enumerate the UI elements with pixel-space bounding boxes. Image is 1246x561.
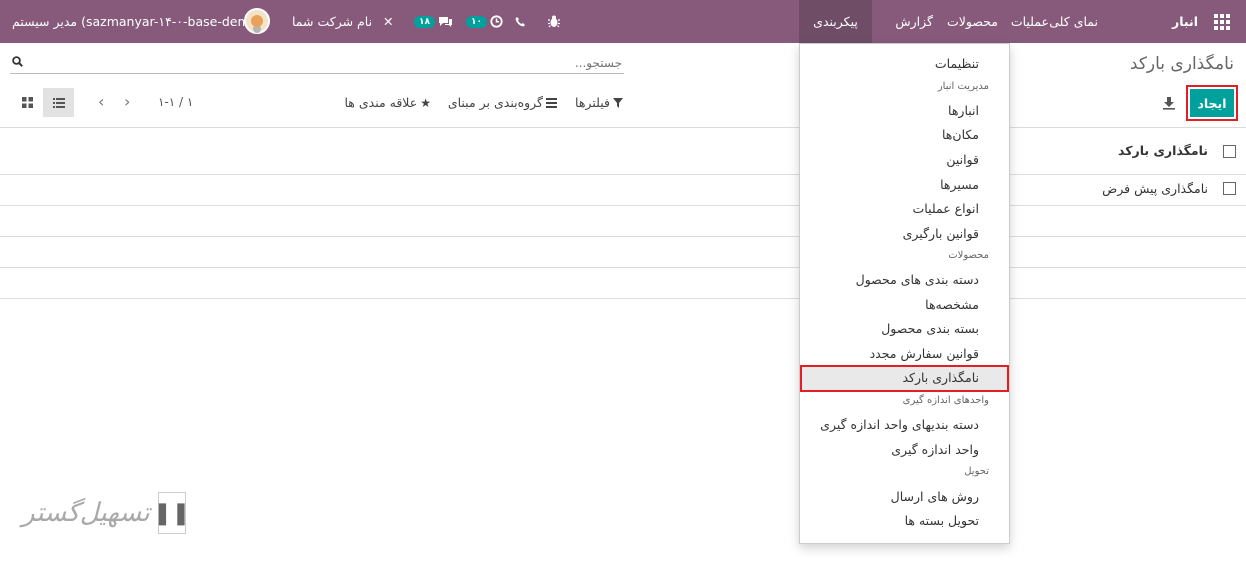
menu-item-uom-categories[interactable]: دسته بندیهای واحد اندازه گیری <box>820 417 979 432</box>
clock-icon <box>490 15 503 28</box>
groupby-dropdown[interactable]: گروه‌بندی بر مبنای <box>448 95 557 110</box>
create-button[interactable]: ایجاد <box>1186 85 1238 121</box>
user-avatar[interactable] <box>244 8 270 34</box>
column-header-name[interactable]: نامگذاری بارکد <box>1118 143 1208 158</box>
phone-icon[interactable] <box>515 0 526 43</box>
messages-badge: ۱۸ <box>414 15 435 28</box>
kanban-view-icon <box>21 97 33 108</box>
kanban-view-button[interactable] <box>14 88 40 117</box>
menu-item-reordering-rules[interactable]: قوانین سفارش مجدد <box>870 346 979 361</box>
create-button-label: ایجاد <box>1190 89 1234 117</box>
watermark: تسهیل‌گستر ❚❚ <box>22 492 190 534</box>
menu-products[interactable]: محصولات <box>947 0 998 43</box>
menu-overview[interactable]: نمای کلی <box>1049 0 1098 43</box>
menu-operations[interactable]: عملیات <box>1011 0 1049 43</box>
menu-configuration[interactable]: پیکربندی <box>799 0 872 43</box>
filter-icon <box>613 97 623 108</box>
divider <box>0 267 1246 268</box>
favorites-label: علاقه مندی ها <box>344 95 418 110</box>
favorites-dropdown[interactable]: علاقه مندی ها ★ <box>344 95 431 110</box>
divider <box>0 127 1246 128</box>
breadcrumb-title: نامگذاری بارکد <box>1129 54 1234 74</box>
search-input[interactable] <box>34 54 622 72</box>
menu-item-rules[interactable]: قوانین <box>946 152 979 167</box>
select-all-checkbox[interactable] <box>1223 145 1236 158</box>
menu-item-locations[interactable]: مکان‌ها <box>942 127 979 142</box>
menu-item-routes[interactable]: مسیرها <box>940 177 979 192</box>
menu-item-shipping-methods[interactable]: روش های ارسال <box>891 489 979 504</box>
company-switcher[interactable]: نام شرکت شما <box>292 0 372 43</box>
apps-menu-icon[interactable] <box>1208 0 1236 43</box>
search-bar <box>10 52 624 74</box>
search-icon[interactable] <box>12 56 23 67</box>
menu-item-uom[interactable]: واحد اندازه گیری <box>891 442 979 457</box>
watermark-text: تسهیل‌گستر <box>22 498 150 528</box>
menu-section-delivery: تحویل <box>964 466 989 477</box>
menu-section-warehouse: مدیریت انبار <box>937 81 989 92</box>
menu-item-settings[interactable]: تنظیمات <box>935 56 979 71</box>
tools-icon[interactable]: ✕ <box>383 0 393 43</box>
activities-badge: ۱۰ <box>466 15 487 28</box>
menu-reporting[interactable]: گزارش <box>895 0 933 43</box>
menu-item-putaway-rules[interactable]: قوانین بارگیری <box>903 226 979 241</box>
user-menu[interactable]: مدیر سیستم (sazmanyar-۱۴-۰-base-demo) <box>12 0 262 43</box>
divider <box>0 298 1246 299</box>
table-row[interactable]: نامگذاری پیش فرض <box>1102 181 1208 196</box>
pager-value[interactable]: ۱-۱ / ۱ <box>158 95 193 109</box>
bars-icon <box>546 97 557 108</box>
menu-item-attributes[interactable]: مشخصه‌ها <box>925 297 979 312</box>
top-navbar: انبار نمای کلی عملیات محصولات گزارش پیکر… <box>0 0 1246 43</box>
groupby-label: گروه‌بندی بر مبنای <box>447 95 543 110</box>
menu-item-delivery-packages[interactable]: تحویل بسته ها <box>905 513 979 528</box>
divider <box>0 205 1246 206</box>
list-view-icon <box>52 97 65 108</box>
list-view-button[interactable] <box>43 88 74 117</box>
activities-menu[interactable]: ۱۰ <box>466 0 503 43</box>
menu-item-warehouses[interactable]: انبارها <box>948 103 979 118</box>
debug-bug-icon[interactable] <box>548 0 560 43</box>
pager-next-icon[interactable]: › <box>124 92 130 111</box>
pager-previous-icon[interactable]: ‹ <box>98 92 104 111</box>
chat-icon <box>439 16 452 27</box>
download-icon[interactable] <box>1162 96 1176 110</box>
divider <box>0 236 1246 237</box>
menu-section-products: محصولات <box>948 250 989 261</box>
filters-dropdown[interactable]: فیلترها <box>575 95 623 110</box>
star-icon: ★ <box>420 95 431 110</box>
menu-item-barcode-nomenclatures[interactable]: نامگذاری بارکد <box>902 370 979 385</box>
menu-section-uom: واحدهای اندازه گیری <box>902 395 989 406</box>
menu-item-product-categories[interactable]: دسته بندی های محصول <box>856 272 979 287</box>
app-brand[interactable]: انبار <box>1172 0 1198 43</box>
menu-item-product-packagings[interactable]: بسته بندی محصول <box>881 321 979 336</box>
row-checkbox[interactable] <box>1223 182 1236 195</box>
filters-label: فیلترها <box>575 95 610 110</box>
divider <box>0 174 1246 175</box>
configuration-dropdown-menu: تنظیمات مدیریت انبار انبارها مکان‌ها قوا… <box>799 43 1010 544</box>
menu-item-operation-types[interactable]: انواع عملیات <box>913 201 980 216</box>
messages-menu[interactable]: ۱۸ <box>414 0 453 43</box>
watermark-logo-icon: ❚❚ <box>153 492 190 534</box>
